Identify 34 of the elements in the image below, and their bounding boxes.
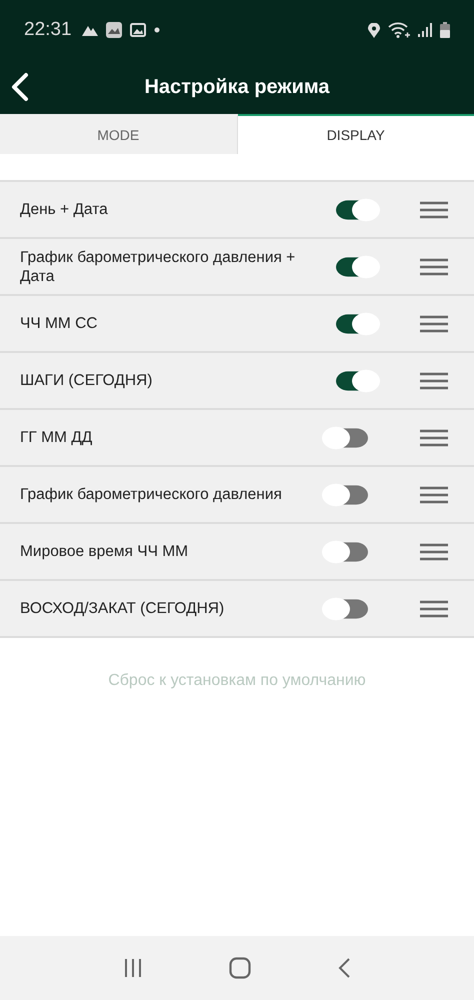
tab[interactable]: MODE	[0, 114, 238, 154]
row-label: График барометрического давления + Дата	[20, 248, 296, 286]
drag-handle-icon[interactable]	[420, 372, 448, 390]
toggle-switch[interactable]	[336, 256, 378, 276]
app-icon	[106, 22, 122, 38]
drag-handle-icon[interactable]	[420, 200, 448, 218]
row-label: Мировое время ЧЧ ММ	[20, 542, 190, 561]
row-label: ЧЧ ММ СС	[20, 314, 98, 333]
drag-handle-icon[interactable]	[420, 428, 448, 446]
drag-handle-icon[interactable]	[420, 314, 448, 332]
row-label: ШАГИ (СЕГОДНЯ)	[20, 371, 154, 390]
row-label: ВОСХОД/ЗАКАТ (СЕГОДНЯ)	[20, 599, 226, 618]
drag-handle-icon[interactable]	[420, 542, 448, 560]
battery-icon	[440, 22, 450, 38]
image-icon	[130, 23, 146, 37]
row-label: День + Дата	[20, 200, 109, 219]
mountain-icon	[82, 24, 98, 36]
toggle-switch[interactable]	[336, 314, 378, 334]
screen-title: Настройка режима	[143, 76, 331, 98]
recent-apps-icon[interactable]	[123, 959, 143, 977]
location-icon	[368, 22, 380, 38]
dot-icon	[154, 27, 160, 33]
drag-handle-icon[interactable]	[420, 258, 448, 276]
signal-icon	[418, 23, 432, 37]
status-time: 22:31	[24, 19, 72, 41]
wifi-icon	[388, 22, 410, 38]
back-icon[interactable]	[337, 958, 351, 978]
drag-handle-icon[interactable]	[420, 600, 448, 618]
drag-handle-icon[interactable]	[420, 486, 448, 504]
row-label: График барометрического давления	[20, 485, 283, 504]
row-label: ГГ ММ ДД	[20, 428, 94, 447]
home-icon[interactable]	[229, 957, 251, 979]
toggle-switch[interactable]	[336, 370, 378, 390]
toggle-switch[interactable]	[336, 200, 378, 220]
